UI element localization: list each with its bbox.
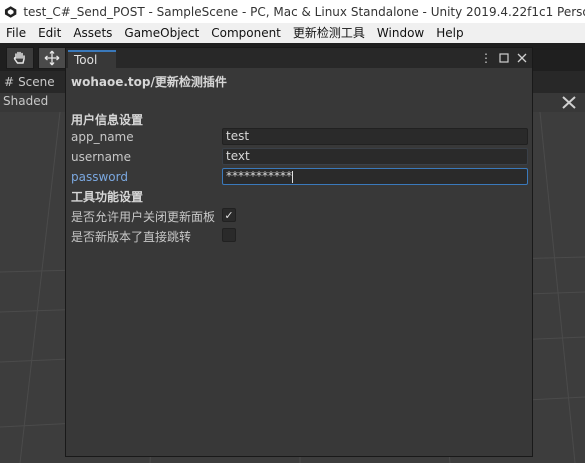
tool-window-header: Tool ⋮	[66, 48, 532, 68]
scene-tab-label: Scene	[18, 75, 55, 89]
allow-close-panel-checkbox[interactable]: ✓	[222, 208, 236, 222]
plugin-header: wohaoe.top/更新检测插件	[71, 75, 227, 89]
move-tool-button[interactable]	[38, 47, 66, 69]
username-input[interactable]: text	[222, 148, 528, 165]
wrench-icon[interactable]	[559, 94, 579, 111]
menu-component[interactable]: Component	[205, 23, 287, 43]
menu-edit[interactable]: Edit	[32, 23, 67, 43]
auto-redirect-checkbox[interactable]	[222, 228, 236, 242]
maximize-icon[interactable]	[498, 50, 510, 66]
close-icon[interactable]	[516, 50, 528, 66]
grid-icon: #	[4, 75, 15, 89]
shading-mode-dropdown[interactable]: Shaded	[3, 94, 48, 108]
app-name-input[interactable]: test	[222, 128, 528, 145]
more-options-icon[interactable]: ⋮	[480, 50, 492, 66]
menu-file[interactable]: File	[0, 23, 32, 43]
menu-bar: File Edit Assets GameObject Component 更新…	[0, 23, 585, 43]
window-title-bar: test_C#_Send_POST - SampleScene - PC, Ma…	[0, 0, 585, 23]
tool-window: Tool ⋮ wohaoe.top/更新检测插件 用户信息设置 app_name…	[65, 47, 533, 457]
allow-close-panel-label: 是否允许用户关闭更新面板	[71, 210, 216, 224]
hand-tool-button[interactable]	[6, 47, 34, 69]
feature-section-title: 工具功能设置	[71, 190, 144, 204]
checkmark-icon: ✓	[224, 208, 234, 222]
hand-icon	[13, 51, 25, 64]
menu-help[interactable]: Help	[430, 23, 469, 43]
app-name-label: app_name	[71, 130, 134, 144]
password-input[interactable]: ***********	[222, 168, 528, 185]
unity-logo-icon	[4, 5, 17, 18]
menu-window[interactable]: Window	[371, 23, 430, 43]
auto-redirect-label: 是否新版本了直接跳转	[71, 230, 192, 244]
password-label: password	[71, 170, 128, 184]
tool-window-tab[interactable]: Tool	[68, 50, 116, 68]
password-value: ***********	[226, 169, 292, 183]
menu-assets[interactable]: Assets	[67, 23, 118, 43]
move-arrows-icon	[44, 50, 60, 66]
menu-update-check-tool[interactable]: 更新检测工具	[287, 23, 371, 43]
user-info-section-title: 用户信息设置	[71, 113, 144, 127]
text-cursor	[292, 170, 293, 183]
scene-tab[interactable]: # Scene	[0, 71, 55, 93]
menu-gameobject[interactable]: GameObject	[118, 23, 205, 43]
window-title: test_C#_Send_POST - SampleScene - PC, Ma…	[23, 4, 585, 19]
username-label: username	[71, 150, 131, 164]
